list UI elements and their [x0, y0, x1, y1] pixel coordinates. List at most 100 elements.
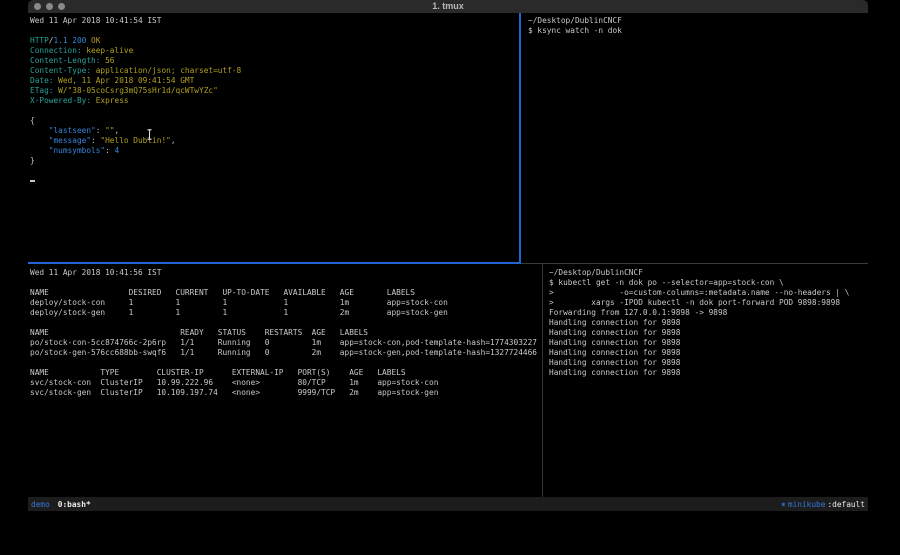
terminal-line: [30, 26, 520, 36]
text-segment: Handling connection for 9898: [549, 348, 680, 357]
text-segment: "": [105, 126, 114, 135]
text-segment: Content-Length:: [30, 56, 100, 65]
terminal-line: po/stock-gen-576cc688bb-swqf6 1/1 Runnin…: [30, 348, 544, 358]
pane-kubectl-get[interactable]: Wed 11 Apr 2018 10:41:56 IST NAME DESIRED…: [28, 264, 544, 501]
window-titlebar: 1. tmux: [28, 0, 868, 13]
text-segment: Forwarding from 127.0.0.1:9898 -> 9898: [549, 308, 727, 317]
terminal-line: }: [30, 156, 520, 166]
terminal-line: HTTP/1.1 200 OK: [30, 36, 520, 46]
terminal-line: NAME READY STATUS RESTARTS AGE LABELS: [30, 328, 544, 338]
active-pane-border-horizontal: [28, 262, 521, 264]
text-segment: {: [30, 116, 35, 125]
terminal-line: deploy/stock-gen 1 1 1 1 2m app=stock-ge…: [30, 308, 544, 318]
text-segment: deploy/stock-gen 1 1 1 1 2m app=stock-ge…: [30, 308, 448, 317]
terminal-line: po/stock-con-5cc874766c-2p6rp 1/1 Runnin…: [30, 338, 544, 348]
text-segment: Handling connection for 9898: [549, 328, 680, 337]
text-segment: Wed 11 Apr 2018 10:41:54 IST: [30, 16, 161, 25]
pane-border-horizontal: [521, 263, 868, 264]
terminal-line: Date: Wed, 11 Apr 2018 09:41:54 GMT: [30, 76, 520, 86]
terminal-line: [30, 318, 544, 328]
text-segment: 4: [115, 146, 120, 155]
pane-border-vertical: [542, 264, 543, 497]
text-segment: svc/stock-con ClusterIP 10.99.222.96 <no…: [30, 378, 438, 387]
terminal-line: Handling connection for 9898: [549, 358, 868, 368]
text-segment: :: [91, 136, 100, 145]
terminal-line: {: [30, 116, 520, 126]
text-segment: po/stock-con-5cc874766c-2p6rp 1/1 Runnin…: [30, 338, 537, 347]
text-segment: keep-alive: [82, 46, 134, 55]
text-segment: :: [96, 126, 105, 135]
text-segment: [30, 146, 49, 155]
zoom-button[interactable]: [58, 3, 65, 10]
tmux-status-bar: demo 0:bash* ⎈ minikube :default: [28, 497, 868, 511]
terminal-window: 1. tmux Wed 11 Apr 2018 10:41:54 IST HTTP…: [28, 0, 868, 511]
terminal-line: [30, 166, 520, 176]
pane-http-response[interactable]: Wed 11 Apr 2018 10:41:54 IST HTTP/1.1 200…: [28, 13, 520, 265]
text-segment: ,: [171, 136, 176, 145]
text-segment: Date:: [30, 76, 53, 85]
text-segment: "numsymbols": [49, 146, 105, 155]
terminal-line: [30, 358, 544, 368]
traffic-lights: [34, 3, 65, 10]
terminal-line: Connection: keep-alive: [30, 46, 520, 56]
status-right: ⎈ minikube :default: [781, 500, 865, 509]
terminal-line: Handling connection for 9898: [549, 348, 868, 358]
terminal-line: Handling connection for 9898: [549, 368, 868, 378]
kubernetes-helm-icon: ⎈: [781, 500, 786, 509]
session-name: demo: [31, 500, 50, 509]
terminal-line: > xargs -IPOD kubectl -n dok port-forwar…: [549, 298, 868, 308]
minimize-button[interactable]: [46, 3, 53, 10]
terminal-line: X-Powered-By: Express: [30, 96, 520, 106]
text-segment: Handling connection for 9898: [549, 338, 680, 347]
terminal-line: $ ksync watch -n dok: [528, 26, 868, 36]
terminal-line: Wed 11 Apr 2018 10:41:56 IST: [30, 268, 544, 278]
terminal-line: svc/stock-con ClusterIP 10.99.222.96 <no…: [30, 378, 544, 388]
text-segment: NAME DESIRED CURRENT UP-TO-DATE AVAILABL…: [30, 288, 415, 297]
terminal-cursor: [30, 180, 35, 182]
text-segment: application/json; charset=utf-8: [91, 66, 241, 75]
text-segment: "Hello Dublin!": [100, 136, 170, 145]
text-segment: Express: [91, 96, 129, 105]
pane-port-forward[interactable]: ~/Desktop/DublinCNCF$ kubectl get -n dok…: [544, 264, 868, 501]
pane-ksync-watch[interactable]: ~/Desktop/DublinCNCF$ ksync watch -n dok: [521, 13, 868, 265]
terminal-line: Wed 11 Apr 2018 10:41:54 IST: [30, 16, 520, 26]
text-segment: NAME TYPE CLUSTER-IP EXTERNAL-IP PORT(S)…: [30, 368, 406, 377]
terminal-line: [30, 106, 520, 116]
text-segment: 1.1 200: [53, 36, 86, 45]
terminal-line: ~/Desktop/DublinCNCF: [528, 16, 868, 26]
terminal-line: ~/Desktop/DublinCNCF: [549, 268, 868, 278]
terminal-line: "lastseen": "",: [30, 126, 520, 136]
kube-namespace: :default: [827, 500, 865, 509]
terminal-line: NAME TYPE CLUSTER-IP EXTERNAL-IP PORT(S)…: [30, 368, 544, 378]
text-segment: ~/Desktop/DublinCNCF: [549, 268, 643, 277]
text-segment: deploy/stock-con 1 1 1 1 1m app=stock-co…: [30, 298, 448, 307]
text-segment: :: [105, 146, 114, 155]
text-segment: ,: [115, 126, 120, 135]
terminal-line: Handling connection for 9898: [549, 338, 868, 348]
text-segment: po/stock-gen-576cc688bb-swqf6 1/1 Runnin…: [30, 348, 537, 357]
text-segment: "message": [49, 136, 91, 145]
text-segment: HTTP: [30, 36, 49, 45]
active-pane-border-vertical: [519, 13, 521, 264]
text-segment: ETag:: [30, 86, 53, 95]
text-segment: W/"38-05coCsrg3mQ75sHr1d/qcWTwYZc": [53, 86, 217, 95]
text-segment: > -o=custom-columns=:metadata.name --no-…: [549, 288, 849, 297]
terminal-line: Content-Type: application/json; charset=…: [30, 66, 520, 76]
text-segment: [30, 136, 49, 145]
text-segment: Wed 11 Apr 2018 10:41:56 IST: [30, 268, 161, 277]
text-segment: $ ksync watch -n dok: [528, 26, 622, 35]
text-segment: [30, 126, 49, 135]
close-button[interactable]: [34, 3, 41, 10]
window-title: 1. tmux: [28, 0, 868, 13]
text-segment: Handling connection for 9898: [549, 368, 680, 377]
text-segment: 56: [100, 56, 114, 65]
text-segment: "lastseen": [49, 126, 96, 135]
terminal-line: Forwarding from 127.0.0.1:9898 -> 9898: [549, 308, 868, 318]
text-segment: > xargs -IPOD kubectl -n dok port-forwar…: [549, 298, 840, 307]
text-segment: OK: [91, 36, 100, 45]
terminal-line: > -o=custom-columns=:metadata.name --no-…: [549, 288, 868, 298]
active-window-label[interactable]: 0:bash*: [58, 500, 91, 509]
text-segment: Handling connection for 9898: [549, 358, 680, 367]
terminal-line: Handling connection for 9898: [549, 328, 868, 338]
text-segment: X-Powered-By:: [30, 96, 91, 105]
